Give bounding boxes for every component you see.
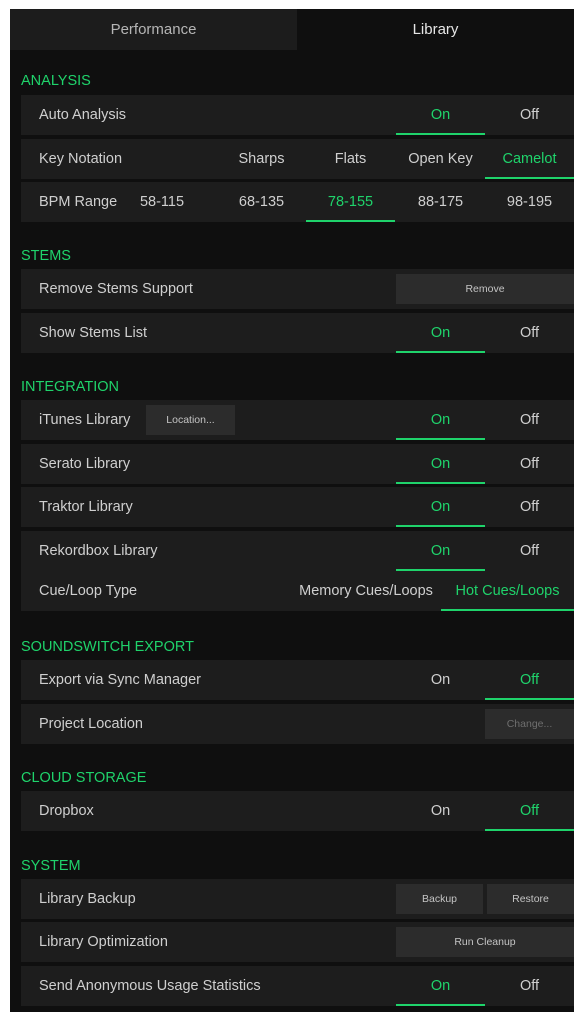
library-optimization-label: Library Optimization [39, 934, 168, 950]
dropbox-label: Dropbox [39, 803, 94, 819]
rekordbox-library-row: Rekordbox Library On Off Cue/Loop Type M… [21, 531, 574, 611]
tab-performance[interactable]: Performance [10, 9, 297, 50]
traktor-library-label: Traktor Library [39, 499, 133, 515]
show-stems-off-option[interactable]: Off [485, 313, 574, 353]
itunes-location-button[interactable]: Location... [146, 405, 235, 435]
bpm-range-88-175-option[interactable]: 88-175 [396, 182, 485, 222]
itunes-on-option[interactable]: On [396, 400, 485, 440]
bpm-range-68-135-option[interactable]: 68-135 [217, 182, 306, 222]
section-title-integration: INTEGRATION [21, 379, 120, 395]
bpm-range-98-195-option[interactable]: 98-195 [485, 182, 574, 222]
itunes-library-row: iTunes Library Location... On Off [21, 400, 574, 440]
auto-analysis-off-option[interactable]: Off [485, 95, 574, 135]
section-title-soundswitch: SOUNDSWITCH EXPORT [21, 639, 194, 655]
section-title-stems: STEMS [21, 248, 71, 264]
library-settings-panel: Performance Library ANALYSIS Auto Analys… [10, 9, 574, 1012]
itunes-library-label: iTunes Library [39, 412, 131, 428]
library-backup-label: Library Backup [39, 891, 136, 907]
serato-on-option[interactable]: On [396, 444, 485, 484]
remove-stems-row: Remove Stems Support Remove [21, 269, 574, 309]
key-notation-flats-option[interactable]: Flats [306, 139, 395, 179]
bpm-range-78-155-option[interactable]: 78-155 [306, 182, 395, 222]
bpm-range-58-115-option[interactable]: 58-115 [136, 182, 188, 222]
hot-cues-loops-option[interactable]: Hot Cues/Loops [441, 571, 574, 611]
export-sync-off-option[interactable]: Off [485, 660, 574, 700]
usage-statistics-label: Send Anonymous Usage Statistics [39, 978, 261, 994]
library-backup-row: Library Backup Backup Restore [21, 879, 574, 919]
key-notation-row: Key Notation Sharps Flats Open Key Camel… [21, 139, 574, 179]
restore-button[interactable]: Restore [487, 884, 574, 914]
export-sync-manager-label: Export via Sync Manager [39, 672, 201, 688]
dropbox-off-option[interactable]: Off [485, 791, 574, 831]
section-title-system: SYSTEM [21, 858, 81, 874]
change-location-button[interactable]: Change... [485, 709, 574, 739]
tab-bar: Performance Library [10, 9, 574, 50]
bpm-range-row: BPM Range 58-115 68-135 78-155 88-175 98… [21, 182, 574, 222]
cue-loop-type-label: Cue/Loop Type [39, 583, 138, 599]
export-sync-on-option[interactable]: On [396, 660, 485, 700]
usage-stats-on-option[interactable]: On [396, 966, 485, 1006]
export-sync-manager-row: Export via Sync Manager On Off [21, 660, 574, 700]
project-location-row: Project Location Change... [21, 704, 574, 744]
tab-library[interactable]: Library [297, 9, 574, 50]
traktor-off-option[interactable]: Off [485, 487, 574, 527]
show-stems-list-row: Show Stems List On Off [21, 313, 574, 353]
library-optimization-row: Library Optimization Run Cleanup [21, 922, 574, 962]
bpm-range-label: BPM Range [39, 194, 118, 210]
auto-analysis-label: Auto Analysis [39, 107, 127, 123]
key-notation-label: Key Notation [39, 151, 123, 167]
show-stems-on-option[interactable]: On [396, 313, 485, 353]
project-location-label: Project Location [39, 716, 143, 732]
auto-analysis-on-option[interactable]: On [396, 95, 485, 135]
memory-cues-loops-option[interactable]: Memory Cues/Loops [291, 571, 441, 611]
traktor-on-option[interactable]: On [396, 487, 485, 527]
rekordbox-library-label: Rekordbox Library [39, 543, 158, 559]
dropbox-on-option[interactable]: On [396, 791, 485, 831]
remove-stems-button[interactable]: Remove [396, 274, 574, 304]
rekordbox-off-option[interactable]: Off [485, 531, 574, 571]
key-notation-sharps-option[interactable]: Sharps [217, 139, 306, 179]
run-cleanup-button[interactable]: Run Cleanup [396, 927, 574, 957]
serato-off-option[interactable]: Off [485, 444, 574, 484]
itunes-off-option[interactable]: Off [485, 400, 574, 440]
serato-library-row: Serato Library On Off [21, 444, 574, 484]
key-notation-camelot-option[interactable]: Camelot [485, 139, 574, 179]
usage-statistics-row: Send Anonymous Usage Statistics On Off [21, 966, 574, 1006]
serato-library-label: Serato Library [39, 456, 131, 472]
key-notation-open-key-option[interactable]: Open Key [396, 139, 485, 179]
rekordbox-on-option[interactable]: On [396, 531, 485, 571]
section-title-analysis: ANALYSIS [21, 73, 91, 89]
backup-button[interactable]: Backup [396, 884, 483, 914]
show-stems-list-label: Show Stems List [39, 325, 147, 341]
dropbox-row: Dropbox On Off [21, 791, 574, 831]
usage-stats-off-option[interactable]: Off [485, 966, 574, 1006]
traktor-library-row: Traktor Library On Off [21, 487, 574, 527]
section-title-cloud: CLOUD STORAGE [21, 770, 147, 786]
auto-analysis-row: Auto Analysis On Off [21, 95, 574, 135]
remove-stems-label: Remove Stems Support [39, 281, 193, 297]
